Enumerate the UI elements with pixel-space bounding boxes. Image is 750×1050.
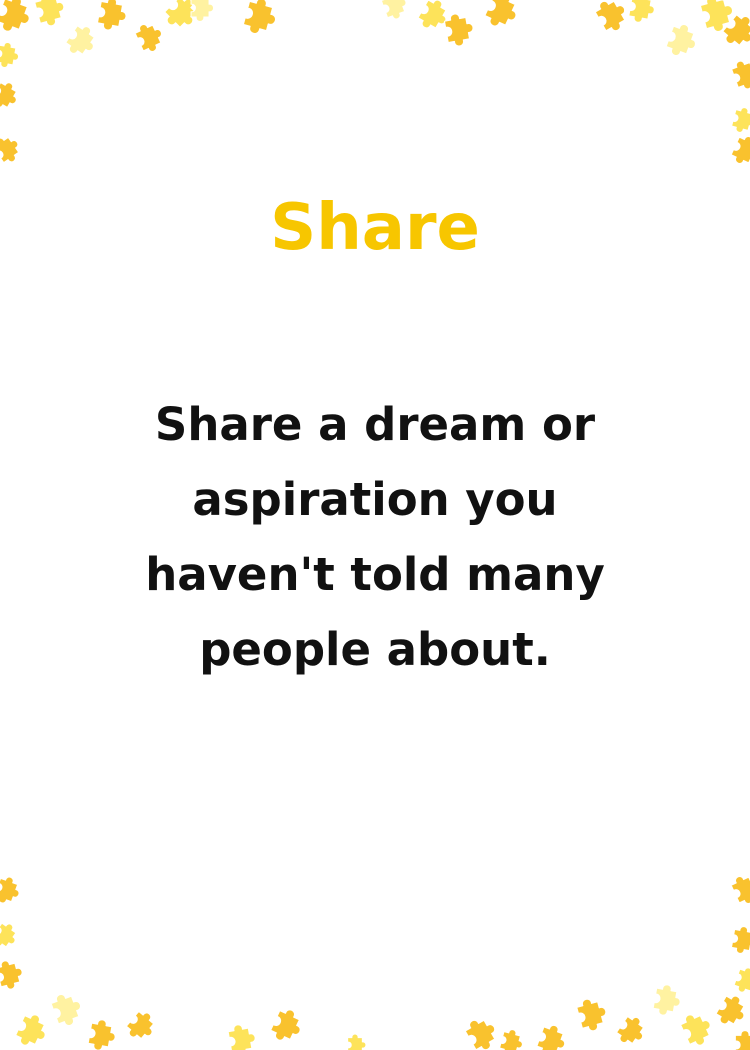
puzzle-piece-icon (86, 1017, 119, 1050)
puzzle-piece-icon (729, 56, 750, 93)
puzzle-piece-icon (48, 988, 87, 1030)
puzzle-piece-icon (415, 0, 454, 36)
puzzle-piece-icon (0, 919, 22, 953)
puzzle-piece-icon (728, 132, 750, 170)
puzzle-piece-icon (12, 1010, 53, 1050)
prompt-card: Share Share a dream or aspiration you ha… (0, 0, 750, 1050)
puzzle-piece-icon (347, 1033, 367, 1050)
puzzle-piece-icon (0, 130, 26, 167)
puzzle-piece-icon (481, 0, 524, 34)
puzzle-piece-icon (32, 0, 69, 29)
puzzle-piece-icon (0, 873, 24, 908)
puzzle-piece-icon (0, 956, 27, 992)
puzzle-piece-icon (498, 1027, 526, 1050)
puzzle-piece-icon (241, 0, 281, 39)
puzzle-piece-icon (462, 1012, 503, 1050)
puzzle-piece-icon (713, 991, 750, 1032)
puzzle-piece-icon (734, 1030, 750, 1050)
puzzle-piece-icon (574, 994, 611, 1034)
puzzle-piece-icon (730, 105, 750, 136)
puzzle-piece-icon (267, 1005, 308, 1048)
puzzle-piece-icon (677, 1007, 718, 1050)
puzzle-piece-icon (592, 0, 633, 36)
puzzle-piece-icon (0, 0, 36, 38)
puzzle-piece-icon (651, 982, 684, 1019)
puzzle-piece-icon (443, 10, 477, 49)
puzzle-piece-icon (132, 18, 168, 56)
puzzle-piece-icon (190, 0, 214, 22)
puzzle-piece-icon (226, 1021, 259, 1050)
puzzle-piece-icon (663, 20, 702, 62)
card-title: Share (270, 191, 480, 265)
puzzle-piece-icon (534, 1021, 571, 1050)
puzzle-piece-icon (0, 40, 22, 71)
card-prompt: Share a dream or aspiration you haven't … (145, 398, 605, 676)
puzzle-piece-icon (379, 0, 411, 23)
puzzle-piece-icon (122, 1007, 161, 1046)
puzzle-piece-icon (627, 0, 658, 26)
puzzle-piece-icon (732, 964, 750, 997)
puzzle-piece-icon (730, 924, 750, 957)
puzzle-piece-icon (728, 870, 750, 908)
puzzle-piece-icon (613, 1012, 651, 1050)
puzzle-piece-icon (0, 78, 23, 114)
puzzle-piece-icon (62, 21, 102, 62)
puzzle-piece-icon (96, 0, 130, 34)
